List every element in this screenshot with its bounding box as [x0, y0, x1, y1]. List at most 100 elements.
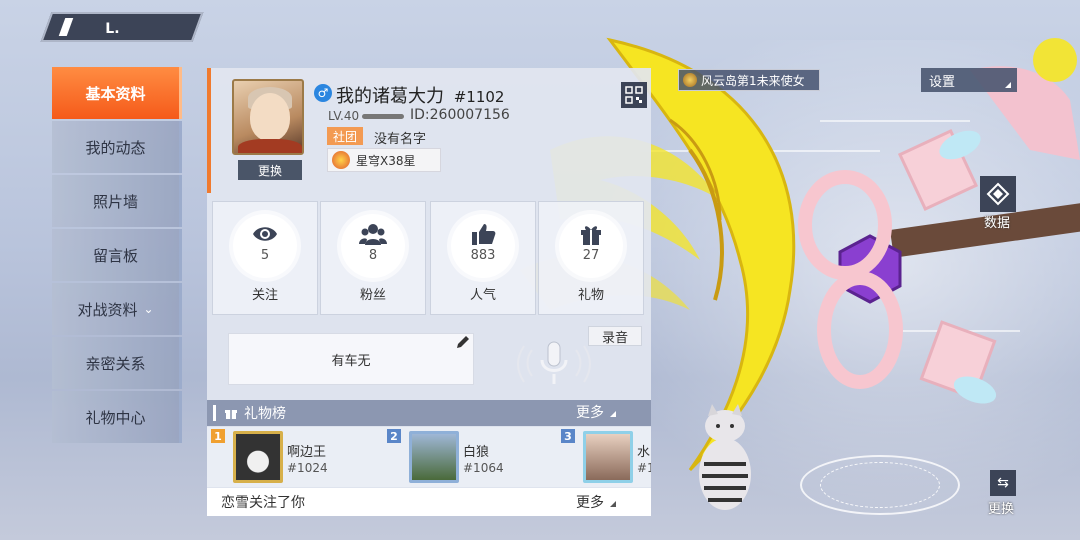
sidebar-item-label: 基本资料 — [85, 84, 146, 103]
sidebar-item-label: 亲密关系 — [85, 354, 146, 373]
sidebar-item-label: 我的动态 — [85, 138, 146, 157]
avatar[interactable] — [232, 79, 304, 155]
player-id: ID:260007156 — [410, 107, 510, 123]
swap-label: 更换 — [988, 502, 1015, 517]
stat-value: 8 — [368, 248, 378, 263]
data-label: 数据 — [984, 216, 1011, 231]
sidebar-item-basic-info[interactable]: 基本资料 — [52, 67, 182, 119]
stat-value: 5 — [260, 248, 270, 263]
stat-circle: 8 — [341, 214, 405, 278]
gift-rank-avatar — [583, 431, 633, 483]
gift-rank-name: 白狼 — [463, 445, 490, 460]
rank-number: 3 — [561, 429, 575, 443]
settings-dropdown[interactable]: 设置 — [921, 68, 1017, 92]
title-badge[interactable]: 风云岛第1未来使女 — [678, 69, 820, 91]
pencil-edit-icon[interactable] — [455, 334, 471, 350]
swap-button[interactable]: ⇆ — [990, 470, 1016, 496]
player-nickname: 我的诸葛大力 #1102 — [336, 82, 504, 108]
sidebar-item-message-board[interactable]: 留言板 — [52, 229, 182, 281]
gift-rank-more-button[interactable]: 更多 — [576, 402, 616, 422]
sidebar-item-battle-data[interactable]: 对战资料 ⌄ — [52, 283, 182, 335]
club-tag: 社团 — [327, 127, 363, 145]
title-badge-icon — [683, 73, 697, 87]
sidebar: 基本资料 我的动态 照片墙 留言板 对战资料 ⌄ 亲密关系 礼物中心 — [52, 67, 182, 445]
stat-circle: 883 — [451, 214, 515, 278]
signature-text: 有车无 — [331, 353, 371, 369]
rank-text: 星穹X38星 — [356, 153, 416, 168]
gift-rank-id: #1 — [637, 461, 651, 475]
sidebar-item-photo-wall[interactable]: 照片墙 — [52, 175, 182, 227]
level-progress-bar — [362, 114, 404, 119]
more-label: 更多 — [576, 405, 604, 421]
corner-triangle-icon — [610, 501, 616, 507]
pet-cat-art — [699, 404, 751, 510]
gift-rank-id: #1064 — [463, 461, 504, 475]
stat-label: 关注 — [251, 288, 278, 303]
header-bar — [213, 405, 216, 421]
nickname-tag: #1102 — [453, 88, 505, 106]
back-stripe — [58, 18, 74, 36]
avatar-face — [250, 93, 290, 141]
corner-triangle-icon — [610, 411, 616, 417]
avatar-coat — [238, 139, 302, 153]
gift-icon — [581, 226, 601, 245]
club-name[interactable]: 没有名字 — [374, 128, 426, 147]
panel-accent-bar — [207, 68, 211, 193]
sidebar-item-gift-center[interactable]: 礼物中心 — [52, 391, 182, 443]
nickname-text: 我的诸葛大力 — [336, 86, 444, 107]
male-gender-icon: ♂ — [314, 84, 332, 102]
gift-rank-list: 1 啊边王 #1024 2 白狼 #1064 3 水 #1 — [207, 427, 651, 487]
sidebar-item-my-feed[interactable]: 我的动态 — [52, 121, 182, 173]
rank-number: 2 — [387, 429, 401, 443]
follow-notice-text: 恋雪关注了你 — [221, 495, 305, 511]
record-button[interactable]: 录音 — [588, 326, 642, 346]
gift-rank-entry[interactable]: 3 水 #1 — [561, 427, 651, 487]
rank-number: 1 — [211, 429, 225, 443]
gift-rank-entry[interactable]: 2 白狼 #1064 — [387, 427, 557, 487]
gift-rank-entry[interactable]: 1 啊边王 #1024 — [211, 427, 381, 487]
gift-rank-avatar — [233, 431, 283, 483]
sidebar-item-intimacy[interactable]: 亲密关系 — [52, 337, 182, 389]
rank-badge[interactable]: 星穹X38星 — [327, 148, 441, 172]
change-avatar-button[interactable]: 更换 — [238, 160, 302, 180]
stat-following[interactable]: 5 关注 — [212, 201, 318, 315]
more-label: 更多 — [576, 495, 604, 511]
sidebar-item-label: 照片墙 — [92, 192, 138, 211]
swap-arrows-icon: ⇆ — [997, 475, 1009, 491]
data-button[interactable] — [980, 176, 1016, 212]
signature-box[interactable]: 有车无 — [228, 333, 474, 385]
microphone-icon[interactable] — [512, 338, 596, 388]
stat-gifts[interactable]: 27 礼物 — [538, 201, 644, 315]
gift-rank-title: 礼物榜 — [244, 406, 286, 422]
gift-rank-name: 水 — [637, 445, 651, 460]
player-level: LV.40 — [328, 109, 360, 123]
qr-code-icon — [625, 86, 643, 104]
back-button[interactable]: L. — [40, 12, 204, 42]
gift-rank-icon — [225, 410, 237, 419]
sidebar-item-label: 留言板 — [92, 246, 138, 265]
stat-label: 粉丝 — [359, 288, 386, 303]
corner-triangle-icon — [1005, 82, 1011, 88]
settings-label: 设置 — [929, 74, 956, 90]
stat-popularity[interactable]: 883 人气 — [430, 201, 536, 315]
qr-code-button[interactable] — [621, 82, 647, 108]
diamond-data-icon — [986, 182, 1010, 206]
stat-followers[interactable]: 8 粉丝 — [320, 201, 426, 315]
stat-label: 礼物 — [577, 288, 604, 303]
back-mark: L. — [105, 21, 120, 37]
eye-icon — [253, 227, 277, 241]
sidebar-item-label: 礼物中心 — [85, 408, 146, 427]
stat-circle: 5 — [233, 214, 297, 278]
gift-rank-id: #1024 — [287, 461, 328, 475]
gift-rank-name: 啊边王 — [287, 445, 327, 460]
follow-more-button[interactable]: 更多 — [576, 492, 616, 512]
stat-value: 883 — [470, 248, 496, 263]
thumbs-up-icon — [472, 224, 496, 245]
gift-rank-avatar — [409, 431, 459, 483]
stat-value: 27 — [582, 248, 600, 263]
rank-icon — [332, 151, 350, 169]
stat-label: 人气 — [469, 288, 496, 303]
sidebar-item-label: 对战资料 — [77, 300, 138, 319]
followers-icon — [359, 224, 387, 245]
chevron-down-icon: ⌄ — [143, 302, 154, 316]
